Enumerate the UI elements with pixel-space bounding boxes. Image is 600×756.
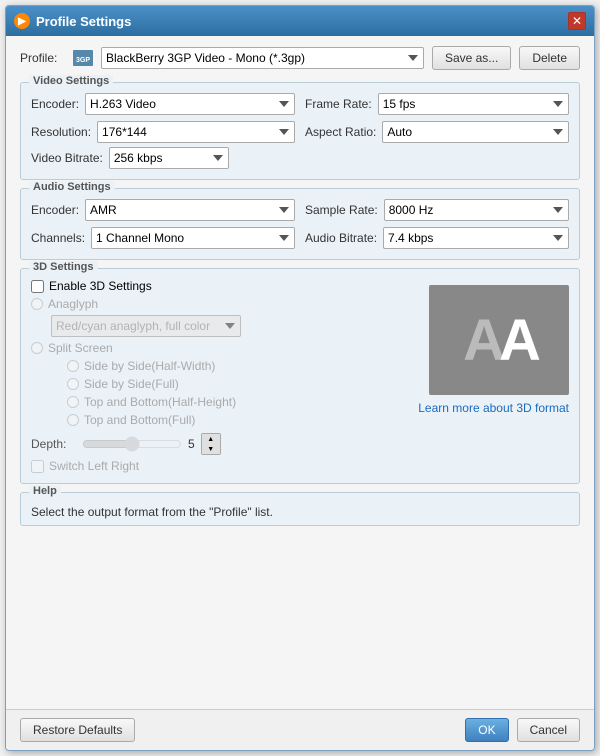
audio-encoder-select[interactable]: AMR [85, 199, 295, 221]
app-icon: ▶ [14, 13, 30, 29]
dialog-body: Profile: 3GP BlackBerry 3GP Video - Mono… [6, 36, 594, 709]
depth-row: Depth: 5 ▲ ▼ [31, 433, 412, 455]
profile-label: Profile: [20, 51, 65, 65]
side-by-half-label: Side by Side(Half-Width) [84, 359, 215, 373]
settings-3d-content: Enable 3D Settings Anaglyph Red/cyan ana… [31, 275, 569, 473]
sample-rate-select[interactable]: 8000 Hz [384, 199, 569, 221]
video-settings-title: Video Settings [29, 75, 113, 87]
dialog-footer: Restore Defaults OK Cancel [6, 709, 594, 750]
top-bottom-half-row: Top and Bottom(Half-Height) [67, 395, 412, 409]
help-section: Help Select the output format from the "… [20, 492, 580, 526]
channels-label: Channels: [31, 231, 85, 245]
settings-3d-left: Enable 3D Settings Anaglyph Red/cyan ana… [31, 275, 412, 473]
enable-3d-label: Enable 3D Settings [49, 279, 152, 293]
side-by-half-radio[interactable] [67, 360, 79, 372]
audio-encoder-row: Encoder: AMR [31, 199, 295, 221]
encoder-label: Encoder: [31, 97, 79, 111]
aa-right: A [499, 307, 535, 374]
anaglyph-select-row: Red/cyan anaglyph, full color [51, 315, 412, 337]
close-button[interactable]: ✕ [568, 12, 586, 30]
channels-row: Channels: 1 Channel Mono [31, 227, 295, 249]
cancel-button[interactable]: Cancel [517, 718, 580, 742]
audio-encoder-label: Encoder: [31, 203, 79, 217]
aa-preview: A A [429, 285, 569, 395]
side-by-full-row: Side by Side(Full) [67, 377, 412, 391]
anaglyph-label: Anaglyph [48, 297, 98, 311]
depth-up-button[interactable]: ▲ [202, 434, 220, 444]
frame-rate-label: Frame Rate: [305, 97, 372, 111]
save-as-button[interactable]: Save as... [432, 46, 511, 70]
dialog-title: Profile Settings [36, 14, 568, 29]
aspect-ratio-label: Aspect Ratio: [305, 125, 376, 139]
split-screen-radio[interactable] [31, 342, 43, 354]
top-bottom-full-radio[interactable] [67, 414, 79, 426]
depth-down-button[interactable]: ▼ [202, 444, 220, 454]
top-bottom-half-label: Top and Bottom(Half-Height) [84, 395, 236, 409]
split-screen-row: Split Screen [31, 341, 412, 355]
switch-lr-checkbox[interactable] [31, 460, 44, 473]
profile-select[interactable]: BlackBerry 3GP Video - Mono (*.3gp) [101, 47, 424, 69]
settings-3d-section: 3D Settings Enable 3D Settings Anaglyph [20, 268, 580, 484]
encoder-select[interactable]: H.263 Video [85, 93, 295, 115]
anaglyph-row: Anaglyph [31, 297, 412, 311]
depth-slider[interactable] [82, 437, 182, 451]
resolution-select[interactable]: 176*144 [97, 121, 295, 143]
frame-rate-select[interactable]: 15 fps [378, 93, 569, 115]
side-by-half-row: Side by Side(Half-Width) [67, 359, 412, 373]
top-bottom-full-label: Top and Bottom(Full) [84, 413, 195, 427]
audio-bitrate-label: Audio Bitrate: [305, 231, 377, 245]
video-settings-grid: Encoder: H.263 Video Frame Rate: 15 fps … [31, 93, 569, 143]
delete-button[interactable]: Delete [519, 46, 580, 70]
sample-rate-row: Sample Rate: 8000 Hz [305, 199, 569, 221]
top-bottom-full-row: Top and Bottom(Full) [67, 413, 412, 427]
help-text: Select the output format from the "Profi… [31, 505, 569, 519]
audio-settings-grid: Encoder: AMR Sample Rate: 8000 Hz Channe… [31, 199, 569, 249]
audio-settings-section: Audio Settings Encoder: AMR Sample Rate:… [20, 188, 580, 260]
video-settings-section: Video Settings Encoder: H.263 Video Fram… [20, 82, 580, 180]
video-bitrate-select[interactable]: 256 kbps [109, 147, 229, 169]
depth-value: 5 [188, 437, 195, 451]
anaglyph-select[interactable]: Red/cyan anaglyph, full color [51, 315, 241, 337]
footer-right-buttons: OK Cancel [465, 718, 580, 742]
settings-3d-title: 3D Settings [29, 261, 98, 273]
side-by-full-label: Side by Side(Full) [84, 377, 179, 391]
depth-label: Depth: [31, 437, 76, 451]
aspect-ratio-select[interactable]: Auto [382, 121, 569, 143]
switch-lr-label: Switch Left Right [49, 459, 139, 473]
restore-defaults-button[interactable]: Restore Defaults [20, 718, 135, 742]
aa-left: A [463, 307, 499, 374]
learn-more-link[interactable]: Learn more about 3D format [418, 401, 569, 415]
anaglyph-radio[interactable] [31, 298, 43, 310]
resolution-label: Resolution: [31, 125, 91, 139]
switch-row: Switch Left Right [31, 459, 412, 473]
preview-column: A A Learn more about 3D format [418, 275, 569, 473]
side-by-full-radio[interactable] [67, 378, 79, 390]
profile-settings-dialog: ▶ Profile Settings ✕ Profile: 3GP BlackB… [5, 5, 595, 751]
video-bitrate-label: Video Bitrate: [31, 151, 103, 165]
svg-text:3GP: 3GP [76, 57, 90, 64]
audio-bitrate-row: Audio Bitrate: 7.4 kbps [305, 227, 569, 249]
ok-button[interactable]: OK [465, 718, 508, 742]
split-screen-label: Split Screen [48, 341, 113, 355]
aspect-ratio-row: Aspect Ratio: Auto [305, 121, 569, 143]
title-bar: ▶ Profile Settings ✕ [6, 6, 594, 36]
profile-row: Profile: 3GP BlackBerry 3GP Video - Mono… [20, 46, 580, 70]
audio-settings-title: Audio Settings [29, 181, 115, 193]
frame-rate-row: Frame Rate: 15 fps [305, 93, 569, 115]
depth-spinner: ▲ ▼ [201, 433, 221, 455]
video-bitrate-row: Video Bitrate: 256 kbps [31, 147, 569, 169]
help-title: Help [29, 485, 61, 497]
encoder-row: Encoder: H.263 Video [31, 93, 295, 115]
sample-rate-label: Sample Rate: [305, 203, 378, 217]
audio-bitrate-select[interactable]: 7.4 kbps [383, 227, 569, 249]
enable-3d-row: Enable 3D Settings [31, 279, 412, 293]
enable-3d-checkbox[interactable] [31, 280, 44, 293]
profile-icon: 3GP [73, 50, 93, 66]
top-bottom-half-radio[interactable] [67, 396, 79, 408]
channels-select[interactable]: 1 Channel Mono [91, 227, 295, 249]
resolution-row: Resolution: 176*144 [31, 121, 295, 143]
